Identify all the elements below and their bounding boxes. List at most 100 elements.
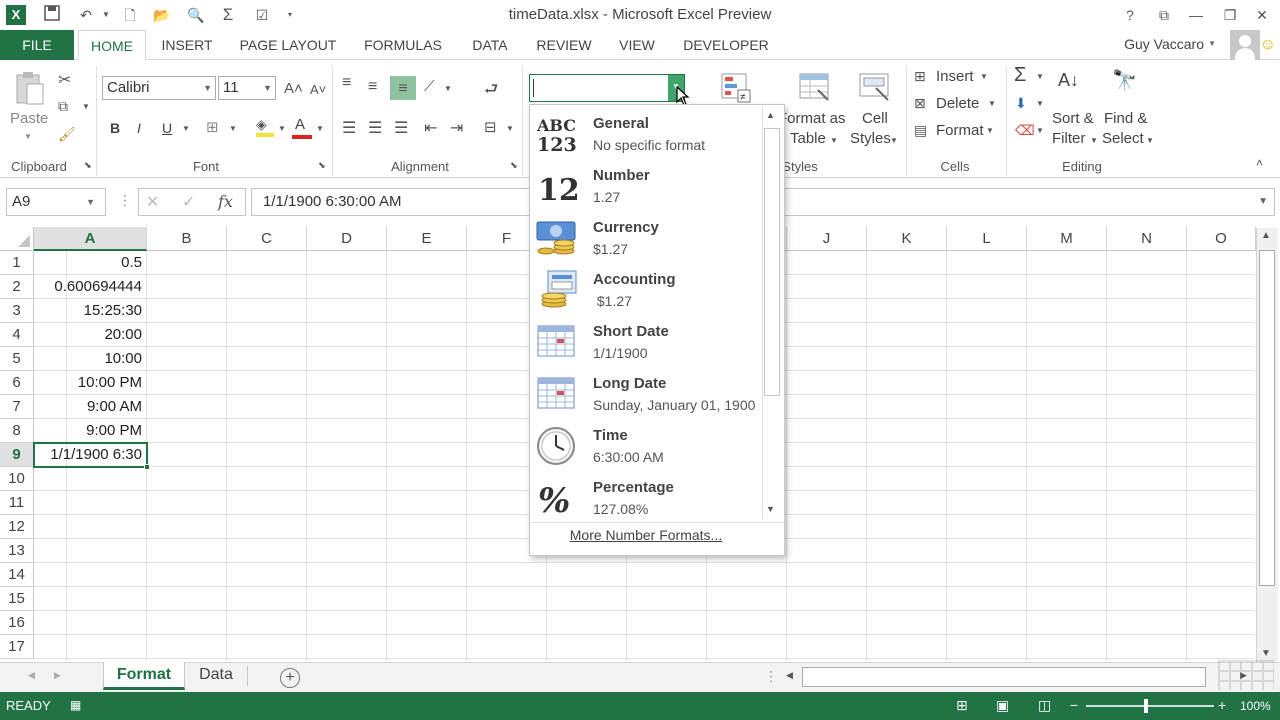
find-dropdown-icon[interactable]: ▼	[1146, 136, 1154, 145]
underline-dropdown-icon[interactable]: ▼	[182, 124, 190, 133]
ribbon-display-options-icon[interactable]: ⧉	[1150, 4, 1178, 26]
cell-styles-button-line2[interactable]: Styles	[850, 130, 891, 147]
user-dropdown-icon[interactable]: ▼	[1208, 39, 1216, 48]
increase-indent-icon[interactable]: ⇥	[450, 118, 463, 138]
row-header[interactable]: 9	[0, 443, 34, 467]
cell-a6[interactable]: 10:00 PM	[34, 371, 147, 395]
paste-icon[interactable]	[14, 70, 46, 106]
align-center-icon[interactable]: ☰	[368, 118, 382, 138]
align-right-icon[interactable]: ☰	[394, 118, 408, 138]
column-header[interactable]: M	[1027, 227, 1107, 251]
format-as-table-button[interactable]: Format as	[778, 110, 846, 127]
row-header[interactable]: 17	[0, 635, 34, 659]
row-header[interactable]: 14	[0, 563, 34, 587]
cell-a2[interactable]: 0.600694444	[34, 275, 147, 299]
cell-styles-icon[interactable]	[858, 70, 892, 107]
tab-view[interactable]: VIEW	[610, 30, 664, 60]
tab-insert[interactable]: INSERT	[154, 30, 220, 60]
fill-handle[interactable]	[144, 464, 150, 470]
scroll-up-icon[interactable]: ▲	[1261, 230, 1271, 241]
delete-dropdown-icon[interactable]: ▼	[988, 99, 996, 108]
orientation-icon[interactable]: ⟋	[424, 78, 435, 95]
cell-styles-button[interactable]: Cell	[862, 110, 888, 127]
autosum-icon[interactable]: Σ	[1014, 64, 1026, 87]
tab-page-layout[interactable]: PAGE LAYOUT	[230, 30, 346, 60]
cell-a1[interactable]: 0.5	[34, 251, 147, 275]
row-header[interactable]: 2	[0, 275, 34, 299]
autosum-dropdown-icon[interactable]: ▼	[1036, 72, 1044, 81]
format-option-short-date[interactable]: Short Date 1/1/1900	[530, 316, 762, 368]
zoom-slider-thumb[interactable]	[1144, 699, 1148, 713]
fill-dropdown-icon[interactable]: ▼	[1036, 99, 1044, 108]
column-header[interactable]: C	[227, 227, 307, 251]
zoom-slider[interactable]	[1086, 699, 1214, 713]
format-as-table-button-line2[interactable]: Table	[790, 130, 826, 147]
font-launcher-icon[interactable]: ⬊	[318, 160, 326, 171]
format-as-table-dropdown-icon[interactable]: ▼	[830, 136, 838, 145]
font-color-dropdown-icon[interactable]: ▼	[316, 124, 324, 133]
tab-home[interactable]: HOME	[78, 30, 146, 60]
column-header[interactable]: L	[947, 227, 1027, 251]
select-all-corner[interactable]	[0, 227, 34, 251]
avatar[interactable]	[1230, 30, 1260, 60]
zoom-level[interactable]: 100%	[1240, 699, 1271, 713]
sheet-tab-data[interactable]: Data	[186, 662, 246, 690]
decrease-indent-icon[interactable]: ⇤	[424, 118, 437, 138]
orientation-dropdown-icon[interactable]: ▼	[444, 84, 452, 93]
format-option-accounting[interactable]: Accounting $1.27	[530, 264, 762, 316]
format-option-number[interactable]: 12 Number 1.27	[530, 160, 762, 212]
cancel-entry-icon[interactable]: ✕	[146, 192, 159, 212]
decrease-font-size-icon[interactable]: A˅	[310, 82, 326, 97]
scroll-down-icon[interactable]: ▼	[1261, 648, 1271, 659]
new-sheet-icon[interactable]: +	[280, 668, 300, 688]
number-format-combo[interactable]: ▼	[529, 74, 685, 102]
name-box[interactable]: A9 ▼	[6, 188, 106, 216]
alignment-launcher-icon[interactable]: ⬊	[510, 160, 518, 171]
vertical-scroll-thumb[interactable]	[1259, 250, 1275, 586]
merge-dropdown-icon[interactable]: ▼	[506, 124, 514, 133]
format-dropdown-icon[interactable]: ▼	[986, 126, 994, 135]
italic-button[interactable]: I	[137, 120, 141, 136]
format-option-percentage[interactable]: % Percentage 127.08%	[530, 472, 762, 524]
sort-dropdown-icon[interactable]: ▼	[1090, 136, 1098, 145]
tab-split-dots-icon[interactable]: ⋮	[764, 668, 778, 685]
format-as-table-icon[interactable]	[798, 70, 832, 107]
sort-filter-button-line2[interactable]: Filter	[1052, 130, 1085, 147]
insert-cells-icon[interactable]: ⊞	[914, 68, 926, 85]
increase-font-size-icon[interactable]: A˄	[284, 80, 303, 97]
row-header[interactable]: 11	[0, 491, 34, 515]
prev-sheet-icon[interactable]: ◀	[28, 670, 35, 681]
row-header[interactable]: 3	[0, 299, 34, 323]
row-header[interactable]: 12	[0, 515, 34, 539]
column-header[interactable]: K	[867, 227, 947, 251]
tab-formulas[interactable]: FORMULAS	[356, 30, 450, 60]
copy-icon[interactable]: ⧉	[58, 98, 68, 115]
find-select-button[interactable]: Find &	[1104, 110, 1147, 127]
horizontal-scrollbar[interactable]	[802, 667, 1206, 687]
format-option-currency[interactable]: Currency $1.27	[530, 212, 762, 264]
merge-center-icon[interactable]: ⊟	[484, 118, 497, 136]
dropdown-scroll-up-icon[interactable]: ▲	[766, 110, 775, 120]
row-header[interactable]: 4	[0, 323, 34, 347]
dropdown-scroll-thumb[interactable]	[764, 128, 780, 396]
page-layout-view-icon[interactable]: ▣	[996, 697, 1009, 714]
row-header[interactable]: 16	[0, 611, 34, 635]
find-select-button-line2[interactable]: Select	[1102, 130, 1144, 147]
restore-button[interactable]: ❐	[1216, 4, 1244, 26]
cell-styles-dropdown-icon[interactable]: ▼	[890, 136, 898, 145]
find-select-icon[interactable]: 🔭	[1112, 68, 1137, 93]
row-header[interactable]: 6	[0, 371, 34, 395]
clear-icon[interactable]: ⌫	[1015, 122, 1035, 139]
cut-icon[interactable]: ✂	[58, 70, 71, 90]
tab-developer[interactable]: DEVELOPER	[676, 30, 776, 60]
sheet-tab-format[interactable]: Format	[103, 662, 185, 690]
more-number-formats-link[interactable]: More Number Formats...	[530, 527, 762, 543]
normal-view-icon[interactable]: ⊞	[956, 697, 968, 714]
middle-align-icon[interactable]: ≡	[368, 78, 377, 96]
fill-color-dropdown-icon[interactable]: ▼	[278, 124, 286, 133]
fill-icon[interactable]: ⬇	[1015, 95, 1027, 112]
column-header[interactable]: B	[147, 227, 227, 251]
tab-data[interactable]: DATA	[462, 30, 518, 60]
borders-icon[interactable]: ⊞	[206, 118, 219, 136]
column-header[interactable]: N	[1107, 227, 1187, 251]
